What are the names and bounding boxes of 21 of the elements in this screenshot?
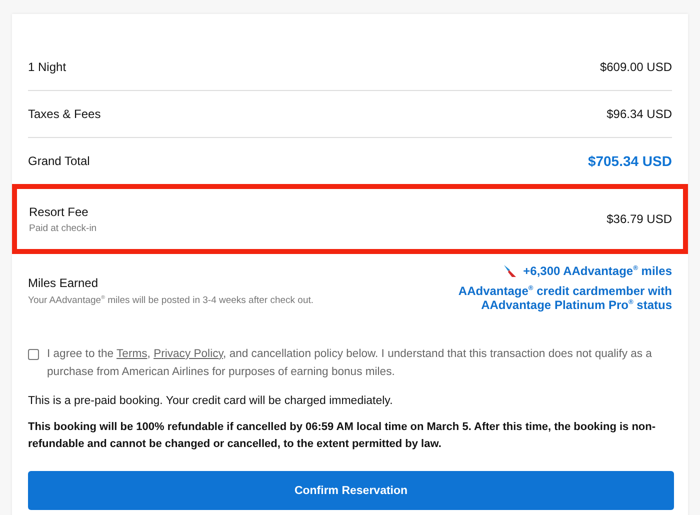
miles-status: AAdvantage$^{®}$ credit cardmember with AAdvantage Platinum Pro$^{®}$ status bbox=[457, 284, 672, 313]
agree-checkbox[interactable] bbox=[28, 348, 39, 360]
row-label: Grand Total bbox=[28, 154, 90, 168]
agreement-text: I agree to the Terms, Privacy Policy, and cancellation policy below. I understand that this transaction does not qualify as a purchase from American Airlines for purposes of earning bonus miles. bbox=[47, 346, 653, 380]
miles-note: Your AAdvantage$^{®}$ miles will be posted in 3-4 weeks after check out. bbox=[28, 295, 314, 306]
row-note: Paid at check-in bbox=[29, 222, 97, 234]
row-amount: $609.00 USD bbox=[600, 60, 672, 74]
policy-link[interactable]: Terms bbox=[116, 348, 148, 360]
refund-note: This booking will be 100% refundable if cancelled by 06:59 AM local time on March 5. After this time, the booking is non-refundable and cannot be changed or cancelled, to the extent permitted by law. bbox=[28, 420, 657, 452]
airline-logo-icon bbox=[503, 264, 518, 278]
row-amount: $96.34 USD bbox=[606, 107, 672, 121]
prepaid-note: This is a pre-paid booking. Your credit card will be charged immediately. bbox=[28, 394, 394, 407]
miles-label: Miles Earned bbox=[28, 276, 100, 290]
total-amount: $705.34 USD bbox=[588, 153, 672, 169]
row-label: Taxes & Fees bbox=[28, 107, 101, 121]
miles-earned: +6,300 AAdvantage$^{®}$ miles bbox=[523, 264, 672, 278]
row-label: Resort Fee bbox=[29, 204, 90, 218]
policy-link[interactable]: Privacy Policy bbox=[154, 348, 224, 360]
row-label: 1 Night bbox=[28, 60, 66, 74]
confirm-button[interactable]: Confirm Reservation bbox=[28, 471, 674, 510]
row-amount: $36.79 USD bbox=[606, 212, 672, 226]
